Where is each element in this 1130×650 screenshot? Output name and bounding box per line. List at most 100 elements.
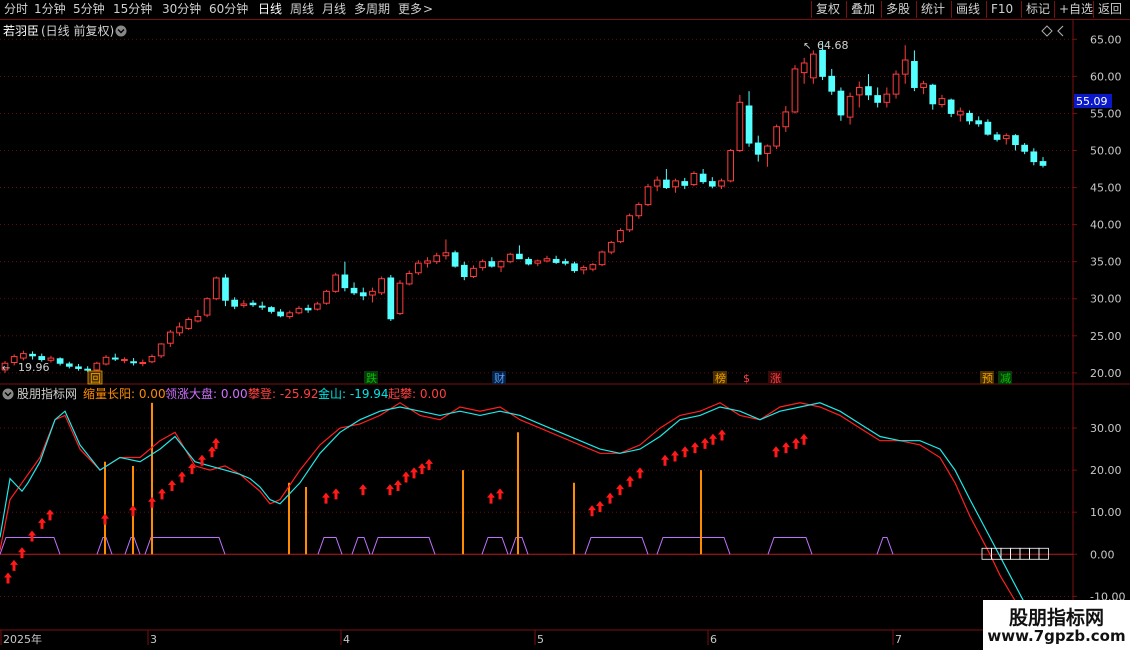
candle-body xyxy=(580,267,588,271)
toolbar-action-button[interactable]: 返回 xyxy=(1093,1,1126,18)
candle-body xyxy=(111,357,119,360)
candle-body xyxy=(911,61,918,88)
candle-body xyxy=(543,258,551,262)
event-marker-text: 回 xyxy=(90,372,101,385)
toolbar-action-button[interactable]: +自选 xyxy=(1054,1,1097,18)
candle-body xyxy=(635,204,643,217)
indicator-axis-label: 0.00 xyxy=(1090,548,1115,561)
period-tab[interactable]: 1分钟 xyxy=(34,1,66,18)
candle-body xyxy=(800,62,808,74)
toolbar-action-button[interactable]: 复权 xyxy=(811,1,844,18)
price-axis-label: 65.00 xyxy=(1090,33,1122,46)
up-arrow-signal xyxy=(782,442,790,454)
toolbar-action-button[interactable]: F10 xyxy=(986,1,1017,18)
indicator-values: 缩量长阳: 0.00 领涨大盘: 0.00 攀登: -25.92 金山: -19.94… xyxy=(83,386,447,401)
period-tab[interactable]: 多周期 xyxy=(354,1,390,18)
candle-body xyxy=(212,277,220,300)
up-arrow-signal xyxy=(18,547,26,559)
mode-dropdown-icon[interactable] xyxy=(115,25,127,37)
period-tab[interactable]: 5分钟 xyxy=(73,1,105,18)
candle-body xyxy=(415,262,422,274)
orange-bar xyxy=(104,461,106,555)
up-arrow-signal xyxy=(671,450,679,462)
price-axis-label: 60.00 xyxy=(1090,70,1122,83)
low-arrow: ← xyxy=(2,363,10,374)
indicator-dropdown-icon[interactable] xyxy=(2,388,14,400)
purple-plateau xyxy=(0,536,61,555)
candle-body xyxy=(451,252,459,267)
up-arrow-signal xyxy=(496,488,504,500)
candle-body xyxy=(341,274,349,289)
candle-body xyxy=(240,303,248,306)
candle-body xyxy=(745,105,753,144)
candle-body xyxy=(258,305,266,308)
candle-body xyxy=(727,149,735,182)
period-tab[interactable]: 30分钟 xyxy=(162,1,201,18)
indicator-name[interactable]: 股朋指标网 xyxy=(17,386,77,401)
purple-plateau xyxy=(371,536,436,555)
candle-body xyxy=(589,264,597,270)
indicator-axis-label: 30.00 xyxy=(1090,422,1122,435)
toolbar-action-button[interactable]: 多股 xyxy=(881,1,914,18)
candle-body xyxy=(791,68,799,113)
candle-body xyxy=(506,253,514,263)
candle-body xyxy=(332,274,340,292)
candle-body xyxy=(121,359,128,362)
price-axis-label: 50.00 xyxy=(1090,144,1122,157)
period-tab[interactable]: 15分钟 xyxy=(113,1,152,18)
candle-body xyxy=(598,251,606,266)
candle-body xyxy=(653,179,661,187)
period-tab[interactable]: 周线 xyxy=(290,1,314,18)
candle-body xyxy=(323,290,330,304)
period-tab[interactable]: 分时 xyxy=(4,1,28,18)
candle-body xyxy=(782,111,790,128)
candle-body xyxy=(901,59,909,75)
chevron-left-icon[interactable] xyxy=(1057,25,1064,37)
candle-body xyxy=(929,84,937,105)
high-price-label: 64.68 xyxy=(817,39,849,52)
candle-body xyxy=(222,277,229,301)
date-axis-label: 4 xyxy=(343,633,350,646)
candle-body xyxy=(442,252,450,257)
event-marker-text: 减 xyxy=(1000,372,1011,385)
orange-bar xyxy=(573,482,575,555)
up-arrow-signal xyxy=(616,484,624,496)
toolbar-action-button[interactable]: 统计 xyxy=(916,1,949,18)
up-arrow-signal xyxy=(394,479,402,491)
indicator-value-label: 缩量长阳: 0.00 xyxy=(83,386,166,401)
price-axis-label: 25.00 xyxy=(1090,330,1122,343)
toolbar-action-button[interactable]: 画线 xyxy=(951,1,984,18)
candle-body xyxy=(268,307,275,312)
purple-plateau xyxy=(317,536,343,555)
stock-name[interactable]: 若羽臣 xyxy=(3,24,39,38)
period-tab[interactable]: 月线 xyxy=(322,1,346,18)
candle-body xyxy=(617,230,624,243)
period-tab[interactable]: 更多 xyxy=(398,1,422,18)
candle-body xyxy=(157,343,165,357)
event-marker-text[interactable]: $ xyxy=(743,372,750,385)
toolbar-action-button[interactable]: 叠加 xyxy=(846,1,879,18)
up-arrow-signal xyxy=(691,442,699,454)
candle-body xyxy=(644,186,652,206)
purple-plateau xyxy=(351,536,371,555)
period-tab[interactable]: 60分钟 xyxy=(209,1,248,18)
up-arrow-signal xyxy=(701,437,709,449)
indicator-axis: 30.0020.0010.000.00-10.00 xyxy=(1073,422,1125,603)
candle-body xyxy=(396,282,404,315)
diamond-icon[interactable] xyxy=(1041,25,1053,37)
event-marker-text: 预 xyxy=(982,372,993,385)
stock-chart-canvas[interactable]: 若羽臣 (日线 前复权) 65.0060.0055.0050.0045.0040… xyxy=(0,20,1130,650)
period-tab[interactable]: 日线 xyxy=(258,1,282,18)
candle-body xyxy=(525,258,532,265)
candle-body xyxy=(690,172,698,186)
candle-body xyxy=(277,311,284,317)
candle-body xyxy=(359,292,367,297)
orange-bar xyxy=(305,486,307,555)
chevron-right-icon[interactable]: > xyxy=(423,1,433,18)
candle-body xyxy=(561,261,569,264)
candle-body xyxy=(176,326,183,334)
chart-mode-label: (日线 前复权) xyxy=(41,23,114,38)
candle-body xyxy=(65,363,73,367)
toolbar-action-button[interactable]: 标记 xyxy=(1021,1,1054,18)
watermark: 股朋指标网 www.7gpzb.com xyxy=(983,600,1130,650)
